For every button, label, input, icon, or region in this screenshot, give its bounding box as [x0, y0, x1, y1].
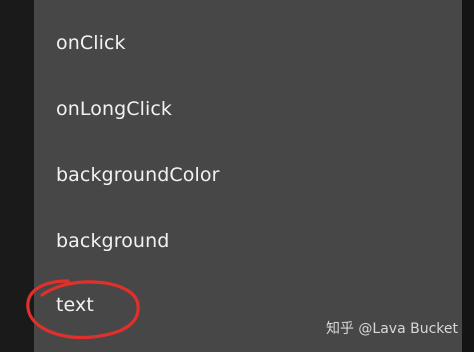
left-edge	[0, 0, 34, 352]
menu-item-onlongclick[interactable]: onLongClick	[56, 89, 436, 129]
watermark: 知乎 @Lava Bucket	[325, 321, 458, 337]
menu-item-background[interactable]: background	[56, 221, 436, 261]
attribute-menu: onClick onLongClick backgroundColor back…	[34, 0, 462, 352]
menu-item-onclick[interactable]: onClick	[56, 23, 436, 63]
screen: onClick onLongClick backgroundColor back…	[0, 0, 474, 352]
right-edge	[462, 0, 474, 352]
menu-item-backgroundcolor[interactable]: backgroundColor	[56, 155, 436, 195]
